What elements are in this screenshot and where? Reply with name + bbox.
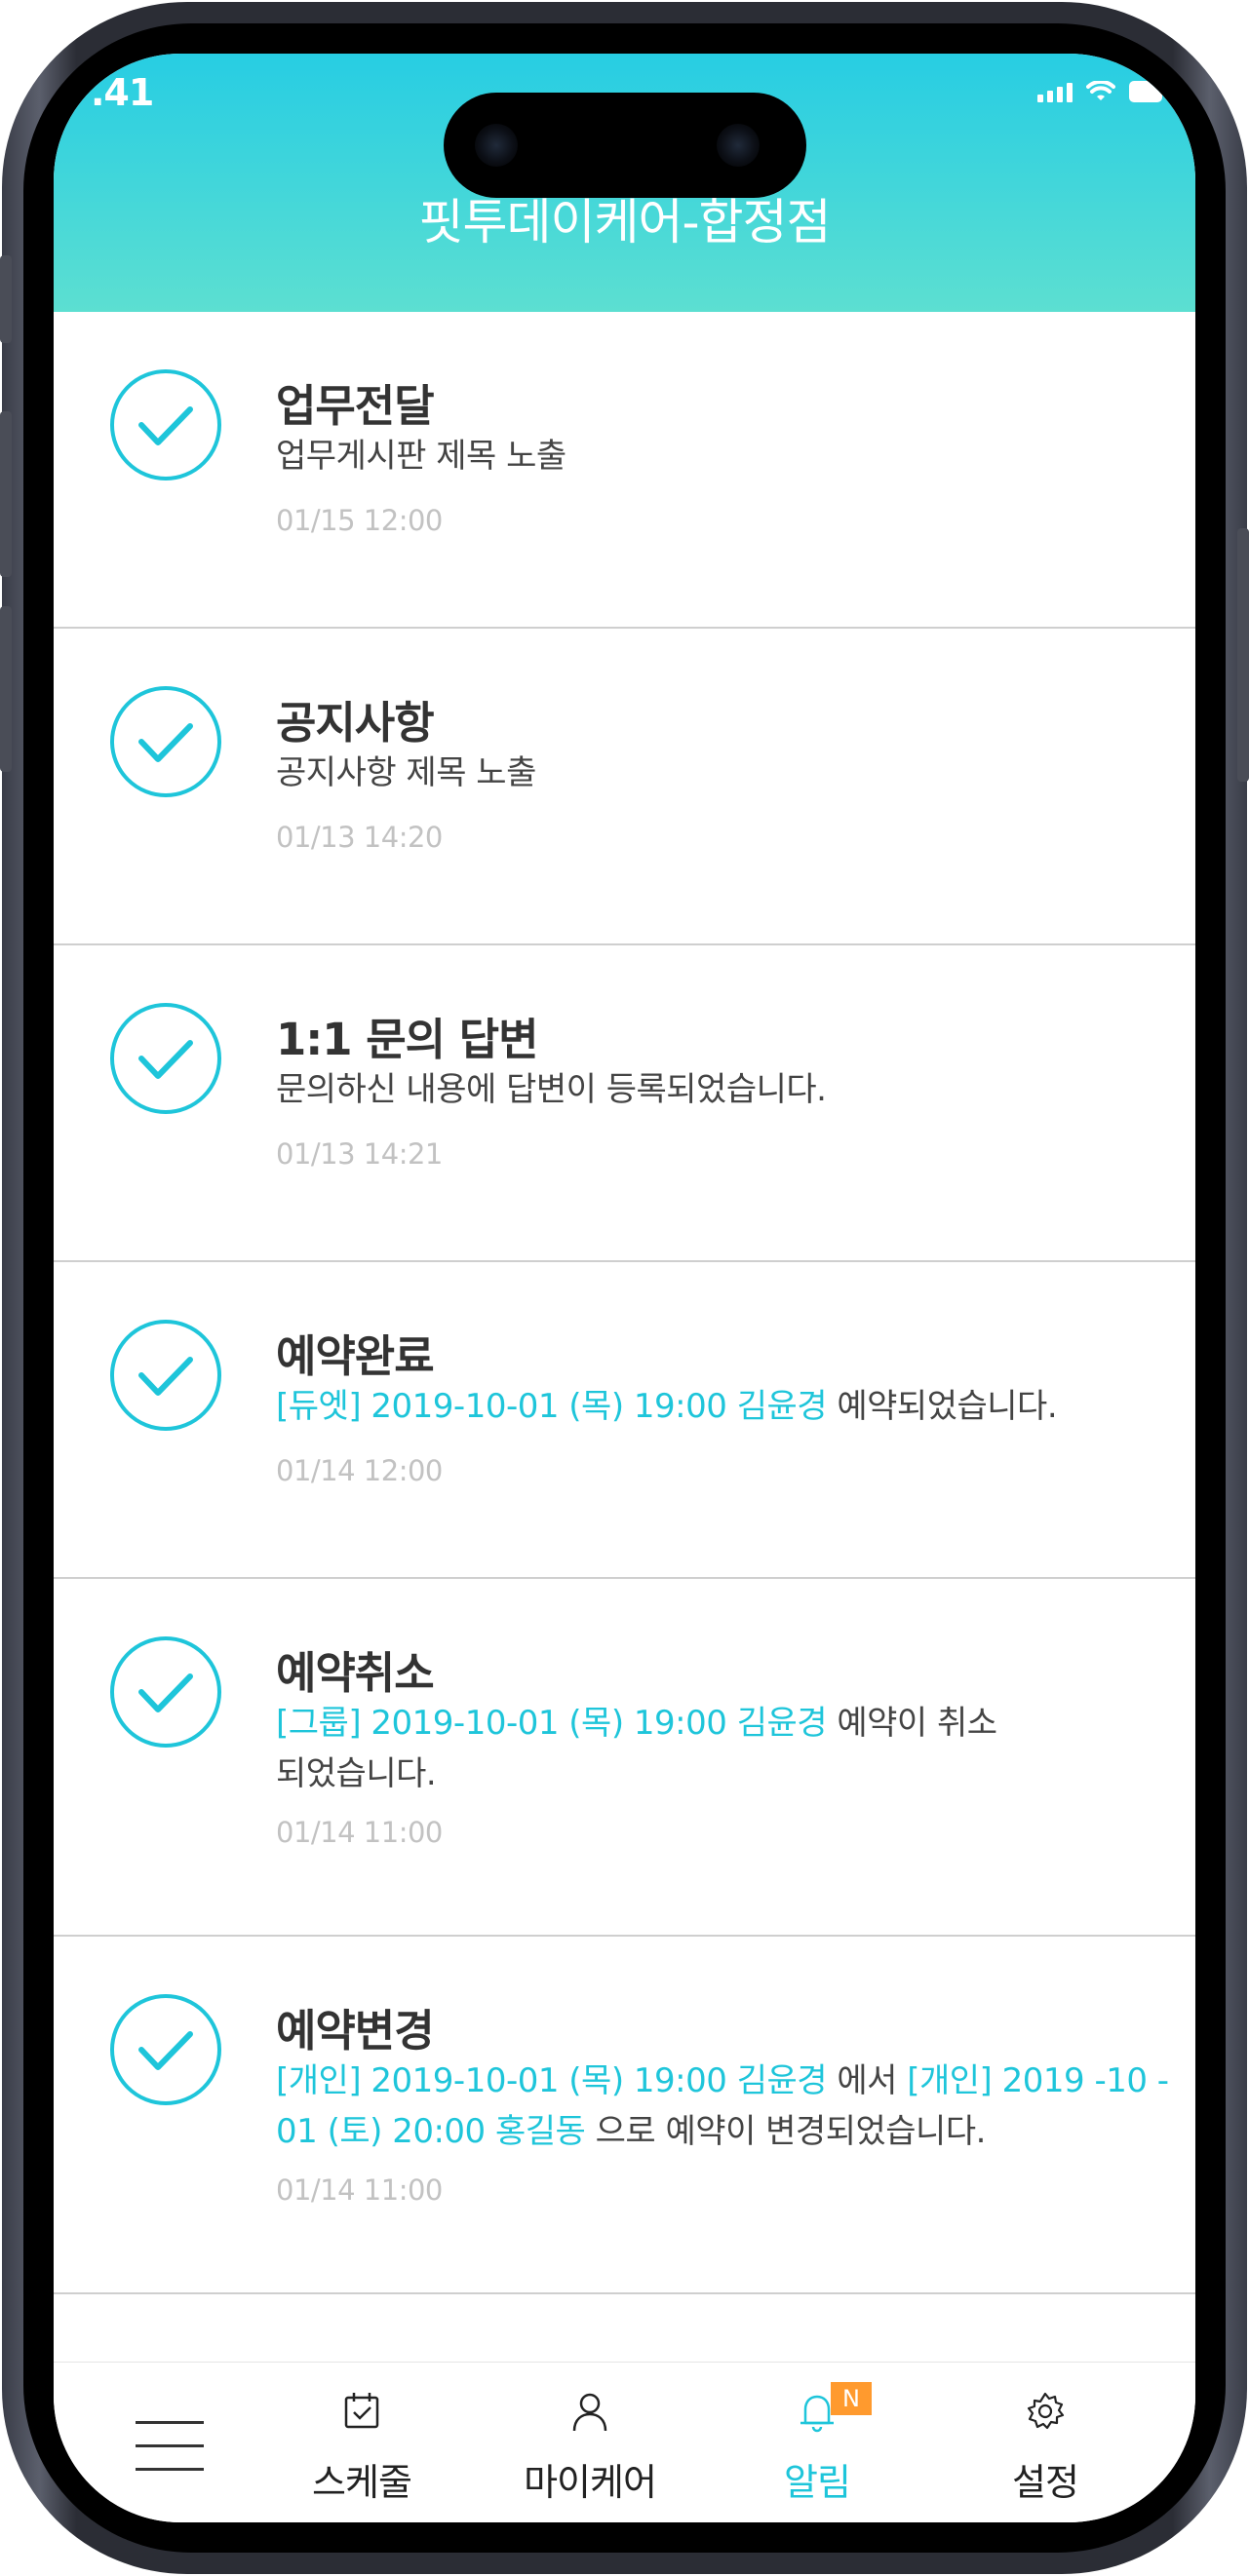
battery-icon [1129, 81, 1162, 102]
check-circle-icon [110, 369, 221, 481]
calendar-check-icon [344, 2393, 379, 2429]
person-icon [572, 2393, 607, 2432]
tab-mycare-label: 마이케어 [524, 2461, 657, 2504]
action-button [0, 255, 12, 343]
reservation-info: [듀엣] 2019-10-01 (목) 19:00 김윤경 [276, 1387, 828, 1426]
tab-settings[interactable]: 설정 [957, 2382, 1133, 2509]
reservation-info: [그룹] 2019-10-01 (목) 19:00 김윤경 [276, 1704, 828, 1743]
notification-time: 01/13 14:20 [276, 821, 443, 854]
notification-title: 예약취소 [276, 1647, 435, 1699]
dynamic-island [444, 93, 806, 198]
check-circle-icon [110, 1003, 221, 1114]
notification-item[interactable]: 공지사항 공지사항 제목 노출 01/13 14:20 [54, 629, 1195, 945]
notification-item[interactable]: 업무전달 업무게시판 제목 노출 01/15 12:00 [54, 312, 1195, 629]
notification-time: 01/14 11:00 [276, 1816, 443, 1849]
gear-icon [1027, 2392, 1065, 2430]
menu-icon[interactable] [136, 2421, 204, 2472]
notification-list: 업무전달 업무게시판 제목 노출 01/15 12:00 공지사항 공지사항 제… [54, 312, 1195, 2294]
notification-body-text: 되었습니다. [276, 1754, 437, 1793]
notification-time: 01/14 11:00 [276, 2173, 443, 2207]
notification-body: [듀엣] 2019-10-01 (목) 19:00 김윤경 예약되었습니다. [276, 1381, 1058, 1432]
cellular-signal-icon [1037, 83, 1073, 102]
bottom-tab-bar: 스케줄 마이케어 N 알림 설정 [54, 2362, 1195, 2522]
reservation-info: 01 (토) 20:00 홍길동 [276, 2112, 586, 2151]
notification-body: [그룹] 2019-10-01 (목) 19:00 김윤경 예약이 취소되었습니… [276, 1698, 997, 1799]
notification-body-text: 예약이 취소 [827, 1704, 997, 1743]
check-circle-icon [110, 1994, 221, 2105]
notification-item[interactable]: 1:1 문의 답변 문의하신 내용에 답변이 등록되었습니다. 01/13 14… [54, 945, 1195, 1262]
power-button [1237, 528, 1249, 782]
tab-alarm[interactable]: N 알림 [729, 2382, 905, 2509]
reservation-info: [개인] 2019 -10 - [907, 2061, 1169, 2100]
notification-time: 01/15 12:00 [276, 504, 443, 537]
tab-schedule-label: 스케줄 [312, 2461, 412, 2504]
tab-alarm-label: 알림 [784, 2461, 851, 2504]
reservation-info: [개인] 2019-10-01 (목) 19:00 김윤경 [276, 2061, 828, 2100]
notification-time: 01/13 14:21 [276, 1137, 443, 1171]
notification-body-text: 으로 예약이 변경되었습니다. [585, 2112, 987, 2151]
notification-item[interactable]: 예약취소 [그룹] 2019-10-01 (목) 19:00 김윤경 예약이 취… [54, 1579, 1195, 1937]
tab-settings-label: 설정 [1012, 2461, 1079, 2504]
camera-lens-icon [475, 124, 518, 167]
check-circle-icon [110, 1636, 221, 1748]
status-icons [1037, 81, 1162, 102]
check-circle-icon [110, 686, 221, 797]
tab-mycare[interactable]: 마이케어 [502, 2382, 678, 2509]
volume-down-button [0, 606, 12, 772]
notification-title: 예약변경 [276, 2005, 435, 2057]
notification-title: 1:1 문의 답변 [276, 1014, 539, 1065]
notification-title: 업무전달 [276, 380, 435, 432]
volume-up-button [0, 411, 12, 577]
notification-body: 공지사항 제목 노출 [276, 753, 536, 792]
notification-title: 예약완료 [276, 1330, 435, 1382]
notification-time: 01/14 12:00 [276, 1454, 443, 1487]
wifi-icon [1086, 81, 1115, 100]
tab-schedule[interactable]: 스케줄 [274, 2382, 449, 2509]
new-badge: N [831, 2382, 872, 2415]
page-title: 핏투데이케어-합정점 [418, 194, 831, 250]
notification-body: 문의하신 내용에 답변이 등록되었습니다. [276, 1070, 827, 1109]
notification-item[interactable]: 예약변경 [개인] 2019-10-01 (목) 19:00 김윤경 에서 [개… [54, 1937, 1195, 2294]
notification-title: 공지사항 [276, 697, 435, 749]
notification-body-text: 에서 [827, 2061, 908, 2100]
app-header: .41 핏투데이케어-합정점 [54, 54, 1195, 312]
notification-body: [개인] 2019-10-01 (목) 19:00 김윤경 에서 [개인] 20… [276, 2056, 1169, 2157]
notification-body-text: 예약되었습니다. [827, 1387, 1058, 1426]
camera-lens-icon [717, 124, 760, 167]
notification-body: 업무게시판 제목 노출 [276, 437, 566, 476]
app-screen: .41 핏투데이케어-합정점 업무전달 업무게시판 제목 노출 01/15 12… [54, 54, 1195, 2522]
notification-item[interactable]: 예약완료 [듀엣] 2019-10-01 (목) 19:00 김윤경 예약되었습… [54, 1262, 1195, 1579]
status-time: .41 [91, 71, 154, 114]
check-circle-icon [110, 1320, 221, 1431]
